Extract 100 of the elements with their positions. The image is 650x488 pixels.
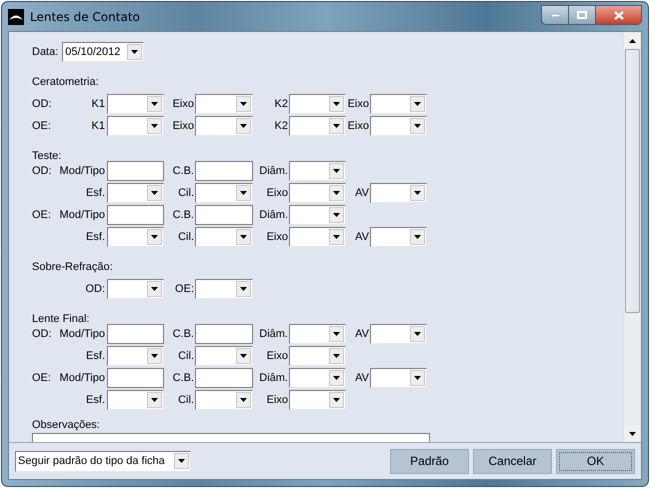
field-label: Eixo: [266, 187, 289, 199]
scroll-thumb[interactable]: [625, 49, 640, 313]
maximize-button[interactable]: [568, 5, 595, 25]
field-label: Eixo: [346, 120, 370, 132]
mode-dropdown[interactable]: Seguir padrão do tipo da ficha: [15, 450, 191, 472]
caret-icon: [127, 44, 142, 60]
caret-icon: [147, 185, 162, 201]
close-button[interactable]: [595, 5, 642, 25]
dropdown-field[interactable]: [107, 183, 164, 203]
caret-icon: [329, 96, 344, 112]
eye-label: OD:: [32, 165, 52, 177]
field-label: K1: [92, 98, 106, 110]
input-field[interactable]: [195, 368, 253, 388]
dropdown-field[interactable]: [107, 116, 164, 136]
field-label: Cil.: [177, 231, 195, 243]
field-label: Esf.: [86, 350, 106, 362]
dropdown-field[interactable]: [107, 227, 164, 247]
field-label: Eixo: [266, 231, 289, 243]
field-label: Esf.: [86, 231, 106, 243]
field-label: Mod/Tipo: [60, 165, 106, 177]
dropdown-field[interactable]: [289, 94, 346, 114]
dropdown-field[interactable]: [107, 390, 164, 410]
dropdown-field[interactable]: [370, 116, 427, 136]
caret-icon: [410, 118, 425, 134]
dropdown-field[interactable]: [107, 94, 164, 114]
input-field[interactable]: [107, 161, 164, 181]
input-field[interactable]: [107, 368, 164, 388]
app-icon: [8, 8, 24, 24]
field-label: Diâm.: [258, 209, 289, 221]
field-label: Mod/Tipo: [60, 372, 106, 384]
dropdown-field[interactable]: [289, 390, 346, 410]
field-label: Diâm.: [258, 165, 289, 177]
dropdown-field[interactable]: [107, 279, 164, 299]
eye-label: OE:: [32, 372, 51, 384]
scroll-up-icon[interactable]: [624, 32, 641, 49]
dialog-button[interactable]: Cancelar: [473, 448, 552, 474]
dropdown-field[interactable]: [195, 94, 253, 114]
field-label: Eixo: [346, 98, 370, 110]
field-label: C.B.: [172, 165, 195, 177]
field-label: C.B.: [172, 372, 195, 384]
dropdown-field[interactable]: [289, 205, 346, 225]
dialog-button[interactable]: Padrão: [390, 448, 469, 474]
field-label: Mod/Tipo: [60, 328, 106, 340]
dropdown-field[interactable]: [107, 346, 164, 366]
caret-icon: [236, 229, 251, 245]
caret-icon: [329, 348, 344, 364]
dropdown-field[interactable]: [289, 368, 346, 388]
scroll-down-icon[interactable]: [624, 425, 641, 442]
field-label: Diâm.: [258, 328, 289, 340]
field-label: Eixo: [266, 350, 289, 362]
caret-icon: [236, 185, 251, 201]
caret-icon: [236, 118, 251, 134]
minimize-button[interactable]: [541, 5, 568, 25]
minimize-icon: [550, 14, 560, 16]
input-field[interactable]: [195, 161, 253, 181]
dropdown-field[interactable]: [195, 279, 253, 299]
field-label: Cil.: [177, 187, 195, 199]
dropdown-field[interactable]: [195, 390, 253, 410]
eye-label: OD:: [32, 98, 52, 110]
date-dropdown[interactable]: 05/10/2012: [62, 42, 144, 62]
caret-icon: [174, 453, 189, 469]
dropdown-field[interactable]: [370, 324, 427, 344]
field-label: K2: [274, 120, 289, 132]
dropdown-field[interactable]: [370, 94, 427, 114]
dropdown-field[interactable]: [370, 368, 427, 388]
dropdown-field[interactable]: [289, 346, 346, 366]
caret-icon: [329, 118, 344, 134]
caret-icon: [236, 392, 251, 408]
dropdown-field[interactable]: [370, 183, 427, 203]
section-title: Ceratometria:: [32, 75, 100, 89]
caret-icon: [147, 348, 162, 364]
field-label: Data:: [32, 46, 58, 58]
dropdown-field[interactable]: [289, 161, 346, 181]
dropdown-field[interactable]: [289, 183, 346, 203]
field-label: K2: [274, 98, 289, 110]
input-field[interactable]: [107, 324, 164, 344]
maximize-icon: [577, 11, 587, 19]
input-field[interactable]: [195, 205, 253, 225]
dropdown-field[interactable]: [289, 324, 346, 344]
field-label: AV: [354, 187, 370, 199]
caret-icon: [410, 326, 425, 342]
section-title: Lente Final:: [32, 312, 90, 326]
dropdown-field[interactable]: [195, 183, 253, 203]
dropdown-field[interactable]: [289, 116, 346, 136]
caret-icon: [329, 392, 344, 408]
input-field[interactable]: [195, 324, 253, 344]
field-label: Eixo: [266, 394, 289, 406]
caret-icon: [410, 96, 425, 112]
dropdown-field[interactable]: [195, 116, 253, 136]
scrollbar[interactable]: [623, 32, 641, 442]
dropdown-field[interactable]: [289, 227, 346, 247]
caret-icon: [236, 96, 251, 112]
input-field[interactable]: [107, 205, 164, 225]
dropdown-field[interactable]: [195, 346, 253, 366]
dropdown-field[interactable]: [370, 227, 427, 247]
caret-icon: [410, 370, 425, 386]
field-label: Cil.: [177, 350, 195, 362]
dropdown-field[interactable]: [195, 227, 253, 247]
caret-icon: [147, 281, 162, 297]
dialog-button[interactable]: OK: [556, 448, 635, 474]
